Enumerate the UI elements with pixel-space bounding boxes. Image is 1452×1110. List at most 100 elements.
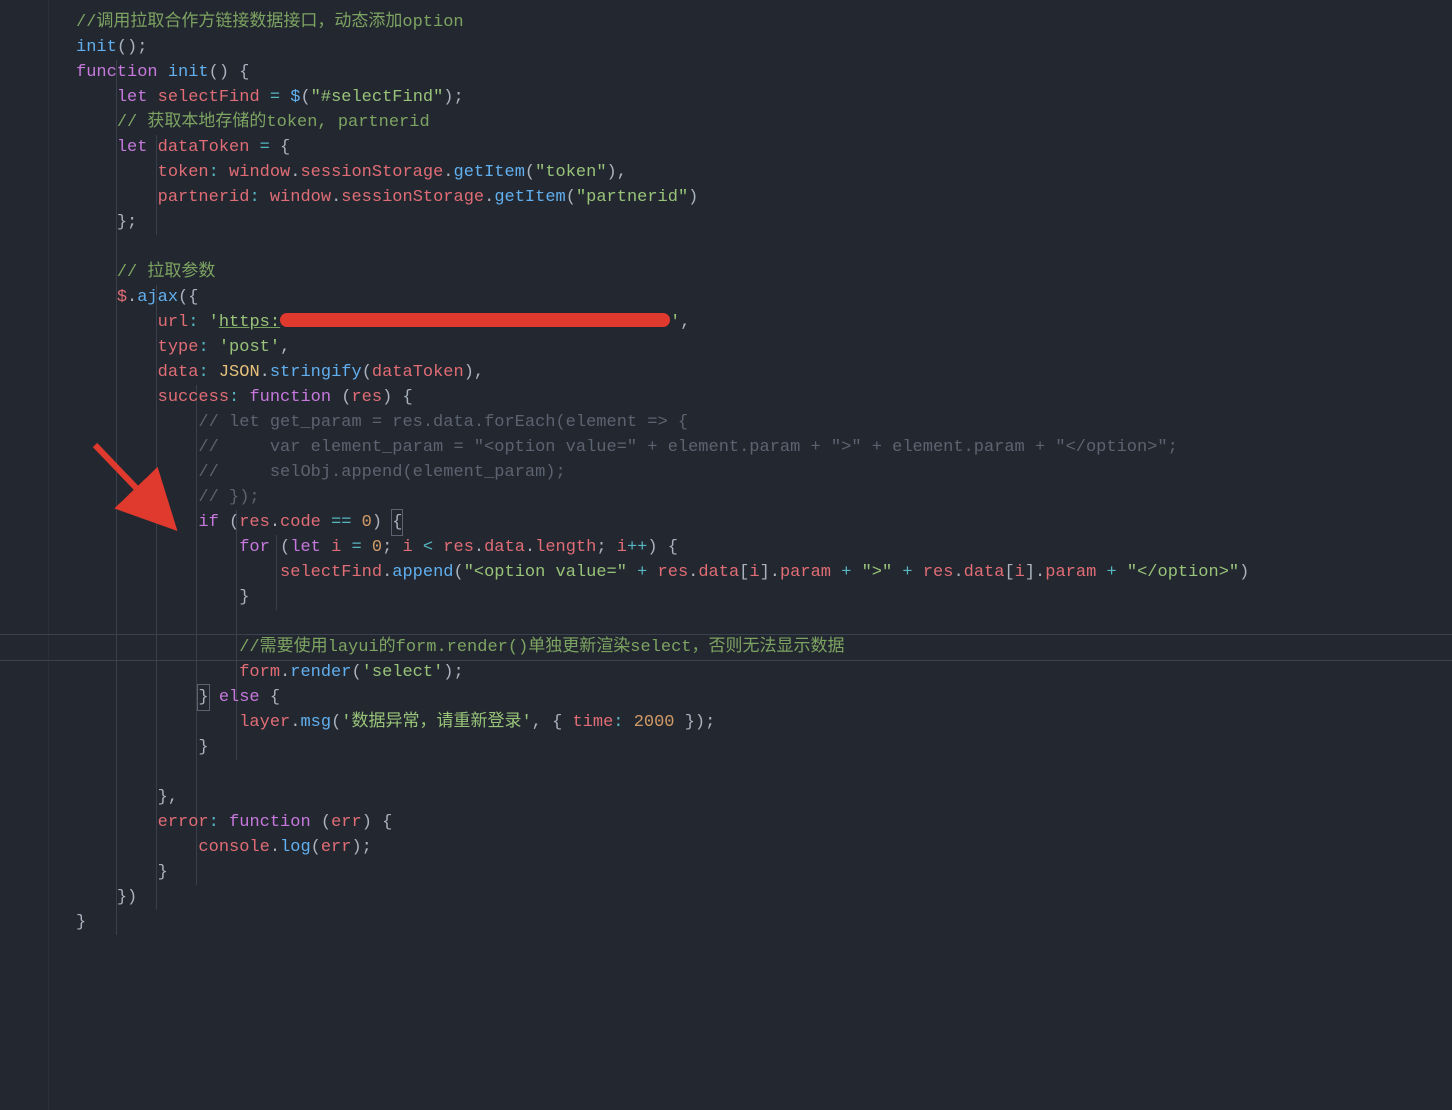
token-var: i: [617, 538, 627, 557]
token-var: form: [239, 663, 280, 682]
code-line[interactable]: partnerid: window.sessionStorage.getItem…: [76, 185, 1452, 210]
token-comment-green: // 获取本地存储的token, partnerid: [117, 113, 430, 132]
token-plain: [280, 88, 290, 107]
token-plain: [362, 538, 372, 557]
token-paren: }: [76, 913, 86, 932]
token-plain: [209, 338, 219, 357]
code-line[interactable]: }: [76, 735, 1452, 760]
token-op: :: [198, 338, 208, 357]
token-plain: [851, 563, 861, 582]
token-prop: type: [158, 338, 199, 357]
token-prop: length: [535, 538, 596, 557]
code-line[interactable]: success: function (res) {: [76, 385, 1452, 410]
token-paren: }: [158, 863, 168, 882]
token-plain: [239, 388, 249, 407]
code-line[interactable]: token: window.sessionStorage.getItem("to…: [76, 160, 1452, 185]
code-line[interactable]: for (let i = 0; i < res.data.length; i++…: [76, 535, 1452, 560]
token-plain: [219, 513, 229, 532]
token-var: res: [658, 563, 689, 582]
code-line[interactable]: //调用拉取合作方链接数据接口，动态添加option: [76, 10, 1452, 35]
token-key: let: [290, 538, 321, 557]
token-plain: [433, 538, 443, 557]
token-str: '数据异常，请重新登录': [341, 713, 531, 732]
token-paren: [: [739, 563, 749, 582]
token-func: getItem: [454, 163, 525, 182]
token-paren: ].: [760, 563, 780, 582]
token-plain: [209, 688, 219, 707]
token-var: layer: [239, 713, 290, 732]
token-plain: ;: [382, 538, 402, 557]
token-plain: [311, 813, 321, 832]
token-var: res: [923, 563, 954, 582]
token-paren: );: [351, 838, 371, 857]
code-line[interactable]: let dataToken = {: [76, 135, 1452, 160]
token-paren: (: [311, 838, 321, 857]
code-line[interactable]: // 获取本地存储的token, partnerid: [76, 110, 1452, 135]
code-line[interactable]: type: 'post',: [76, 335, 1452, 360]
token-paren: ),: [607, 163, 627, 182]
token-plain: .: [270, 838, 280, 857]
token-plain: [219, 813, 229, 832]
token-paren: (: [525, 163, 535, 182]
code-line[interactable]: [76, 610, 1452, 635]
code-line[interactable]: }: [76, 860, 1452, 885]
code-line[interactable]: console.log(err);: [76, 835, 1452, 860]
token-op: :: [198, 363, 208, 382]
code-line[interactable]: form.render('select');: [76, 660, 1452, 685]
token-comment: // var element_param = "<option value=" …: [198, 438, 1177, 457]
token-plain: [351, 513, 361, 532]
token-num: 0: [372, 538, 382, 557]
code-line[interactable]: [76, 760, 1452, 785]
token-plain: [147, 138, 157, 157]
token-plain: {: [260, 688, 280, 707]
token-func: render: [290, 663, 351, 682]
code-line[interactable]: init();: [76, 35, 1452, 60]
code-editor[interactable]: //调用拉取合作方链接数据接口，动态添加optioninit();functio…: [0, 0, 1452, 1110]
code-line[interactable]: error: function (err) {: [76, 810, 1452, 835]
token-brace-match: {: [391, 509, 403, 536]
token-paren: ): [688, 188, 698, 207]
code-line[interactable]: if (res.code == 0) {: [76, 510, 1452, 535]
code-line[interactable]: // var element_param = "<option value=" …: [76, 435, 1452, 460]
token-op: +: [902, 563, 912, 582]
token-func: getItem: [494, 188, 565, 207]
code-line[interactable]: layer.msg('数据异常，请重新登录', { time: 2000 });: [76, 710, 1452, 735]
token-plain: [624, 713, 634, 732]
token-var: sessionStorage: [300, 163, 443, 182]
code-line[interactable]: }: [76, 585, 1452, 610]
token-op: +: [841, 563, 851, 582]
token-paren: (: [566, 188, 576, 207]
token-plain: [321, 538, 331, 557]
redacted-url: [280, 313, 670, 327]
code-line[interactable]: }): [76, 885, 1452, 910]
code-line[interactable]: // });: [76, 485, 1452, 510]
token-op: :: [209, 813, 219, 832]
code-line[interactable]: // selObj.append(element_param);: [76, 460, 1452, 485]
code-line[interactable]: };: [76, 210, 1452, 235]
code-line[interactable]: $.ajax({: [76, 285, 1452, 310]
code-line[interactable]: [76, 235, 1452, 260]
code-line[interactable]: selectFind.append("<option value=" + res…: [76, 560, 1452, 585]
code-line[interactable]: } else {: [76, 685, 1452, 710]
token-op: :: [613, 713, 623, 732]
token-name: JSON: [219, 363, 260, 382]
code-line[interactable]: }: [76, 910, 1452, 935]
code-line[interactable]: data: JSON.stringify(dataToken),: [76, 360, 1452, 385]
token-prop: param: [780, 563, 831, 582]
code-line[interactable]: // 拉取参数: [76, 260, 1452, 285]
token-func: init: [168, 63, 209, 82]
code-line[interactable]: function init() {: [76, 60, 1452, 85]
token-plain: .: [290, 163, 300, 182]
token-str: "token": [535, 163, 606, 182]
code-line[interactable]: // let get_param = res.data.forEach(elem…: [76, 410, 1452, 435]
token-prop: time: [572, 713, 613, 732]
code-line[interactable]: //需要使用layui的form.render()单独更新渲染select，否则…: [76, 635, 1452, 660]
token-plain: [331, 388, 341, 407]
code-line[interactable]: let selectFind = $("#selectFind");: [76, 85, 1452, 110]
code-area[interactable]: //调用拉取合作方链接数据接口，动态添加optioninit();functio…: [76, 10, 1452, 935]
editor-gutter: [0, 0, 49, 1110]
token-var: window: [229, 163, 290, 182]
code-line[interactable]: url: 'https:',: [76, 310, 1452, 335]
code-line[interactable]: },: [76, 785, 1452, 810]
token-comment-green: //需要使用layui的form.render()单独更新渲染select，否则…: [239, 638, 844, 657]
